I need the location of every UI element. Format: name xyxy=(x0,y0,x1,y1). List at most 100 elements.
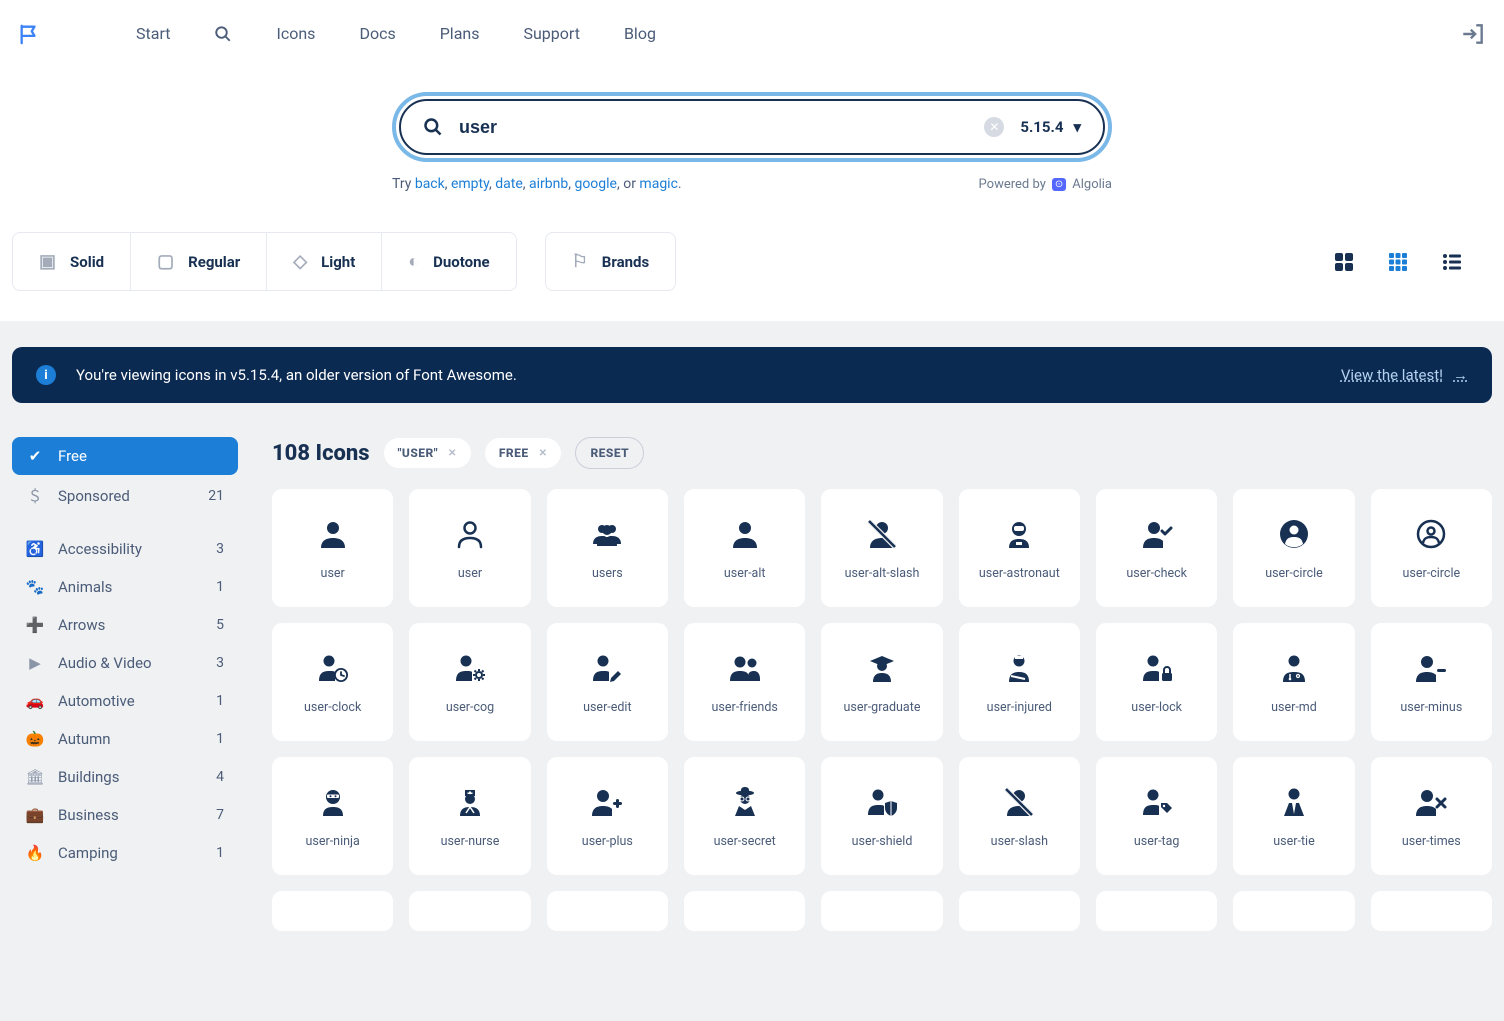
dollar-icon: ＄ xyxy=(26,485,44,506)
nav-start[interactable]: Start xyxy=(136,24,170,43)
icon-card-stub[interactable] xyxy=(959,891,1080,931)
suggestion-date[interactable]: date xyxy=(495,176,523,192)
icon-card-user-friends[interactable]: user-friends xyxy=(684,623,805,741)
logo-icon[interactable] xyxy=(18,23,40,45)
icon-label: user-check xyxy=(1126,566,1187,581)
banner-text: You're viewing icons in v5.15.4, an olde… xyxy=(76,366,517,384)
suggestion-back[interactable]: back xyxy=(415,176,445,192)
icon-card-user-ninja[interactable]: user-ninja xyxy=(272,757,393,875)
icon-card-stub[interactable] xyxy=(821,891,942,931)
view-small-grid-icon[interactable] xyxy=(1388,252,1408,272)
sidebar-item-camping[interactable]: 🔥Camping1 xyxy=(12,834,238,872)
nav-docs[interactable]: Docs xyxy=(359,24,395,43)
icon-card-stub[interactable] xyxy=(684,891,805,931)
search-input[interactable] xyxy=(459,117,968,138)
icon-card-user-graduate[interactable]: user-graduate xyxy=(821,623,942,741)
view-latest-link[interactable]: View the latest! → xyxy=(1341,366,1468,384)
icon-card-user-lock[interactable]: user-lock xyxy=(1096,623,1217,741)
style-regular-button[interactable]: ▢Regular xyxy=(131,232,267,291)
sidebar-item-business[interactable]: 💼Business7 xyxy=(12,796,238,834)
icon-card-user-slash[interactable]: user-slash xyxy=(959,757,1080,875)
icon-card-user-times[interactable]: user-times xyxy=(1371,757,1492,875)
icon-card-user-plus[interactable]: user-plus xyxy=(547,757,668,875)
nav-blog[interactable]: Blog xyxy=(624,24,656,43)
suggestion-airbnb[interactable]: airbnb xyxy=(529,176,568,192)
try-label: Try xyxy=(392,176,411,192)
icon-label: user-shield xyxy=(852,834,913,849)
icon-card-user-circle[interactable]: user-circle xyxy=(1371,489,1492,607)
icon-card-stub[interactable] xyxy=(547,891,668,931)
nav-search-icon[interactable] xyxy=(214,25,232,43)
icon-card-stub[interactable] xyxy=(1371,891,1492,931)
sidebar-item-arrows[interactable]: ➕Arrows5 xyxy=(12,606,238,644)
icon-card-user-injured[interactable]: user-injured xyxy=(959,623,1080,741)
icon-card-stub[interactable] xyxy=(1096,891,1217,931)
icon-card-user[interactable]: user xyxy=(409,489,530,607)
icon-label: user-minus xyxy=(1400,700,1462,715)
icon-card-user-tag[interactable]: user-tag xyxy=(1096,757,1217,875)
user-plus-icon xyxy=(591,784,623,820)
user-icon xyxy=(454,516,486,552)
icon-card-user-clock[interactable]: user-clock xyxy=(272,623,393,741)
icon-label: user-cog xyxy=(446,700,494,715)
view-list-icon[interactable] xyxy=(1442,252,1462,272)
sidebar-item-free[interactable]: ✔ Free xyxy=(12,437,238,475)
icon-card-stub[interactable] xyxy=(409,891,530,931)
search-container: ✕ 5.15.4 ▾ xyxy=(392,92,1112,162)
signin-icon[interactable] xyxy=(1460,21,1486,47)
icon-card-user-alt-slash[interactable]: user-alt-slash xyxy=(821,489,942,607)
version-selector[interactable]: 5.15.4 ▾ xyxy=(1020,118,1081,136)
icon-card-user-md[interactable]: user-md xyxy=(1233,623,1354,741)
clear-search-icon[interactable]: ✕ xyxy=(984,117,1004,137)
sidebar-item-animals[interactable]: 🐾Animals1 xyxy=(12,568,238,606)
filter-pill-free[interactable]: FREE✕ xyxy=(485,438,562,468)
user-tie-icon xyxy=(1278,784,1310,820)
icon-card-user-shield[interactable]: user-shield xyxy=(821,757,942,875)
user-alt-slash-icon xyxy=(866,516,898,552)
sidebar-item-autumn[interactable]: 🎃Autumn1 xyxy=(12,720,238,758)
nav-support[interactable]: Support xyxy=(523,24,579,43)
icon-card-user-check[interactable]: user-check xyxy=(1096,489,1217,607)
icon-card-user-alt[interactable]: user-alt xyxy=(684,489,805,607)
icon-card-user-cog[interactable]: user-cog xyxy=(409,623,530,741)
icon-card-stub[interactable] xyxy=(272,891,393,931)
icon-card-user-tie[interactable]: user-tie xyxy=(1233,757,1354,875)
nav-plans[interactable]: Plans xyxy=(440,24,480,43)
icon-label: user-friends xyxy=(712,700,778,715)
suggestion-empty[interactable]: empty xyxy=(451,176,489,192)
sidebar-item-automotive[interactable]: 🚗Automotive1 xyxy=(12,682,238,720)
icon-card-user-minus[interactable]: user-minus xyxy=(1371,623,1492,741)
icon-label: user-circle xyxy=(1403,566,1461,581)
icon-label: user-tie xyxy=(1273,834,1314,849)
view-large-grid-icon[interactable] xyxy=(1334,252,1354,272)
suggestion-magic[interactable]: magic xyxy=(639,176,678,192)
reset-button[interactable]: RESET xyxy=(575,437,644,469)
remove-icon[interactable]: ✕ xyxy=(448,448,457,459)
nav-icons[interactable]: Icons xyxy=(276,24,315,43)
sidebar-item-buildings[interactable]: 🏛Buildings4 xyxy=(12,758,238,796)
icon-card-stub[interactable] xyxy=(1233,891,1354,931)
icon-card-user-edit[interactable]: user-edit xyxy=(547,623,668,741)
style-solid-button[interactable]: ▣Solid xyxy=(12,232,131,291)
category-icon: ▶ xyxy=(26,654,44,672)
style-light-button[interactable]: ◇Light xyxy=(267,232,382,291)
icon-card-user-nurse[interactable]: user-nurse xyxy=(409,757,530,875)
style-duotone-button[interactable]: ◐Duotone xyxy=(382,232,516,291)
icon-card-user-secret[interactable]: user-secret xyxy=(684,757,805,875)
category-icon: 🚗 xyxy=(26,692,44,710)
sidebar-item-accessibility[interactable]: ♿Accessibility3 xyxy=(12,530,238,568)
sidebar-item-sponsored[interactable]: ＄ Sponsored 21 xyxy=(12,475,238,516)
icon-label: users xyxy=(592,566,623,581)
filter-pill-user[interactable]: "USER"✕ xyxy=(384,438,471,468)
sidebar-item-audio-video[interactable]: ▶Audio & Video3 xyxy=(12,644,238,682)
nav-links: Start Icons Docs Plans Support Blog xyxy=(136,24,656,43)
icon-card-user[interactable]: user xyxy=(272,489,393,607)
checkbox-checked-icon: ✔ xyxy=(26,447,44,465)
remove-icon[interactable]: ✕ xyxy=(539,448,548,459)
suggestion-google[interactable]: google xyxy=(574,176,617,192)
icon-card-user-astronaut[interactable]: user-astronaut xyxy=(959,489,1080,607)
user-injured-icon xyxy=(1003,650,1035,686)
style-brands-button[interactable]: ⚐Brands xyxy=(545,232,677,291)
icon-card-users[interactable]: users xyxy=(547,489,668,607)
icon-card-user-circle[interactable]: user-circle xyxy=(1233,489,1354,607)
